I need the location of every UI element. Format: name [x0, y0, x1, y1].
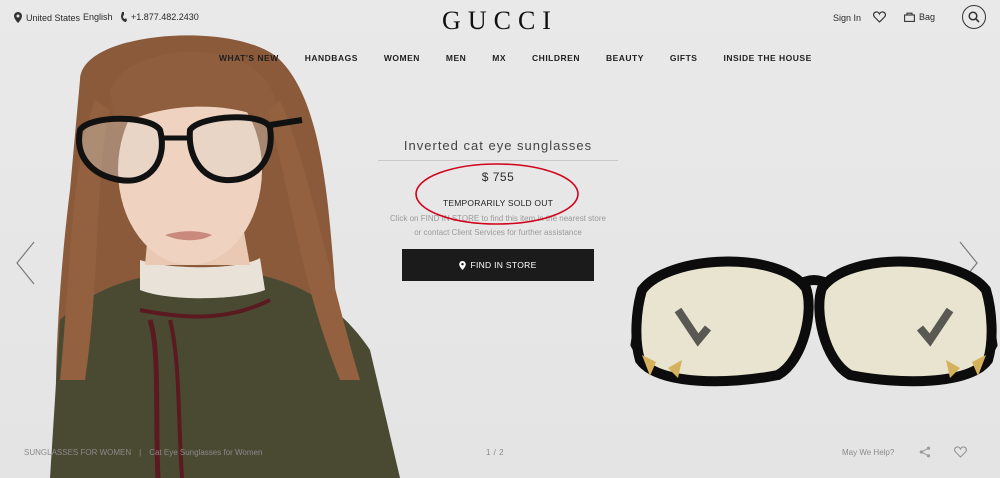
nav-item-children[interactable]: CHILDREN — [532, 53, 580, 63]
product-page: United States English +1.877.482.2430 GU… — [0, 0, 1000, 478]
nav-item-women[interactable]: WOMEN — [384, 53, 420, 63]
heart-icon[interactable] — [873, 11, 886, 23]
main-nav: WHAT'S NEW HANDBAGS WOMEN MEN MX CHILDRE… — [219, 53, 838, 63]
share-icon[interactable] — [919, 446, 931, 458]
sign-in-link[interactable]: Sign In — [833, 13, 861, 23]
help-text-line-1: Click on FIND IN STORE to find this item… — [390, 214, 606, 223]
find-in-store-label: FIND IN STORE — [470, 260, 537, 270]
top-bar: United States English +1.877.482.2430 GU… — [0, 0, 1000, 40]
nav-item-beauty[interactable]: BEAUTY — [606, 53, 644, 63]
product-image — [630, 256, 998, 387]
nav-item-whats-new[interactable]: WHAT'S NEW — [219, 53, 279, 63]
nav-item-mx[interactable]: MX — [492, 53, 506, 63]
availability-status: TEMPORARILY SOLD OUT — [443, 198, 553, 208]
product-title: Inverted cat eye sunglasses — [403, 138, 593, 153]
location-pin-icon — [459, 260, 467, 270]
title-divider — [378, 160, 618, 161]
bag-icon — [904, 12, 915, 22]
chevron-left-icon[interactable] — [14, 240, 36, 286]
model-photo — [50, 35, 400, 478]
nav-item-gifts[interactable]: GIFTS — [670, 53, 698, 63]
search-button[interactable] — [962, 5, 986, 29]
help-text-line-2: or contact Client Services for further a… — [414, 228, 582, 237]
nav-item-men[interactable]: MEN — [446, 53, 466, 63]
bag-label: Bag — [919, 12, 936, 22]
bag-link[interactable]: Bag — [904, 12, 935, 22]
product-price: $ 755 — [481, 170, 515, 184]
nav-item-inside-the-house[interactable]: INSIDE THE HOUSE — [723, 53, 811, 63]
breadcrumb-item-sunglasses-women[interactable]: SUNGLASSES FOR WOMEN — [24, 448, 131, 457]
breadcrumb: SUNGLASSES FOR WOMEN | Cat Eye Sunglasse… — [24, 448, 262, 457]
breadcrumb-separator: | — [139, 448, 142, 457]
nav-item-handbags[interactable]: HANDBAGS — [305, 53, 358, 63]
image-pager: 1 / 2 — [486, 448, 505, 457]
find-in-store-button[interactable]: FIND IN STORE — [402, 249, 594, 281]
breadcrumb-item-cat-eye[interactable]: Cat Eye Sunglasses for Women — [149, 448, 262, 457]
heart-icon[interactable] — [954, 446, 967, 458]
store-help-text: Click on FIND IN STORE to find this item… — [358, 212, 638, 240]
search-icon — [968, 11, 980, 23]
may-we-help-link[interactable]: May We Help? — [842, 448, 894, 457]
